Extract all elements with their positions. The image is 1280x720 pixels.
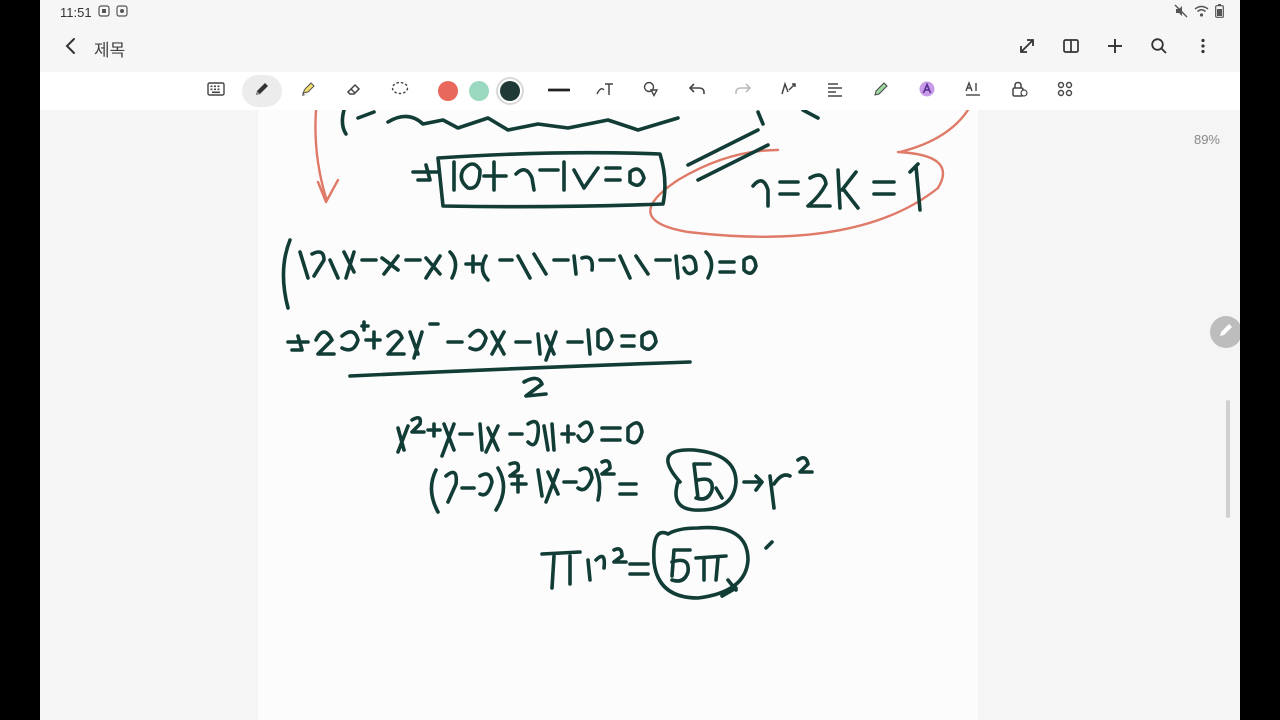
ink-stroke bbox=[452, 160, 646, 192]
keyboard-button[interactable] bbox=[196, 75, 236, 107]
text-size-icon bbox=[964, 80, 982, 103]
more-tools-button[interactable] bbox=[1045, 75, 1085, 107]
ink-stroke bbox=[751, 162, 922, 212]
lock-icon bbox=[1010, 80, 1028, 103]
search-icon bbox=[1150, 37, 1168, 60]
chevron-left-icon bbox=[62, 37, 80, 60]
undo-button[interactable] bbox=[677, 75, 717, 107]
ink-stroke bbox=[692, 462, 724, 501]
vertical-scrollbar[interactable] bbox=[1226, 400, 1230, 518]
ink-stroke bbox=[742, 455, 814, 510]
shapes-tool-button[interactable] bbox=[631, 75, 671, 107]
color-swatch-mint[interactable] bbox=[464, 75, 494, 107]
status-right bbox=[1174, 3, 1224, 21]
lock-button[interactable] bbox=[999, 75, 1039, 107]
highlighter-icon bbox=[299, 80, 317, 103]
red-connector bbox=[898, 110, 970, 154]
pen-toolbar bbox=[40, 72, 1240, 111]
pencil-alt-button[interactable] bbox=[861, 75, 901, 107]
ink-stroke bbox=[686, 128, 770, 182]
color-swatch-dark[interactable] bbox=[495, 75, 525, 107]
ink-stroke bbox=[764, 540, 774, 550]
title-actions bbox=[1012, 33, 1226, 63]
expand-button[interactable] bbox=[1012, 33, 1042, 63]
pen-icon bbox=[1218, 322, 1234, 343]
ink-stroke bbox=[522, 376, 548, 398]
more-vertical-icon bbox=[1194, 37, 1212, 60]
wifi-icon bbox=[1194, 5, 1209, 20]
color-dot-red bbox=[438, 81, 458, 101]
floating-pen-button[interactable] bbox=[1210, 316, 1240, 348]
keyboard-icon bbox=[206, 81, 225, 101]
handwriting-canvas[interactable] bbox=[258, 110, 978, 720]
stroke-width-icon bbox=[547, 82, 570, 100]
align-button[interactable] bbox=[815, 75, 855, 107]
ink-to-text-icon bbox=[779, 80, 799, 103]
ink-to-text-button[interactable] bbox=[769, 75, 809, 107]
eraser-tool-button[interactable] bbox=[334, 75, 374, 107]
clock-time: 11:51 bbox=[60, 4, 92, 20]
note-page[interactable] bbox=[258, 110, 978, 720]
color-swatch-red[interactable] bbox=[433, 75, 463, 107]
redo-icon bbox=[734, 81, 752, 102]
split-view-icon bbox=[1062, 37, 1080, 60]
title-bar: 제목 bbox=[40, 24, 1240, 72]
ink-stroke bbox=[298, 250, 490, 282]
ink-stroke bbox=[756, 110, 820, 126]
shapes-icon bbox=[642, 80, 660, 103]
ink-stroke bbox=[498, 250, 758, 280]
text-tool-button[interactable] bbox=[585, 75, 625, 107]
color-dot-mint bbox=[469, 81, 489, 101]
align-icon bbox=[826, 81, 844, 102]
ink-stroke bbox=[340, 110, 680, 136]
ink-stroke bbox=[314, 320, 658, 362]
note-title[interactable]: 제목 bbox=[94, 36, 125, 61]
status-bar: 11:51 bbox=[40, 0, 1240, 24]
text-style-button[interactable] bbox=[907, 75, 947, 107]
ink-stroke bbox=[281, 238, 292, 310]
pencil-alt-icon bbox=[872, 80, 890, 103]
ink-stroke bbox=[540, 547, 650, 590]
redo-button[interactable] bbox=[723, 75, 763, 107]
text-style-icon bbox=[918, 80, 936, 103]
pen-icon bbox=[253, 80, 271, 103]
app-screen: 11:51 제목 89% bbox=[40, 0, 1240, 720]
more-grid-icon bbox=[1056, 80, 1074, 103]
split-view-button[interactable] bbox=[1056, 33, 1086, 63]
more-button[interactable] bbox=[1188, 33, 1218, 63]
ink-stroke bbox=[396, 415, 644, 458]
status-left: 11:51 bbox=[60, 5, 128, 20]
ink-stroke bbox=[411, 163, 440, 182]
add-button[interactable] bbox=[1100, 33, 1130, 63]
screenshot-icon bbox=[97, 4, 110, 20]
screen-record-icon bbox=[115, 4, 128, 20]
search-button[interactable] bbox=[1144, 33, 1174, 63]
lasso-icon bbox=[390, 80, 410, 103]
note-canvas[interactable]: 89% bbox=[40, 110, 1240, 720]
mute-icon bbox=[1174, 4, 1188, 21]
fraction-bar bbox=[348, 360, 692, 378]
undo-icon bbox=[688, 81, 706, 102]
text-size-button[interactable] bbox=[953, 75, 993, 107]
text-icon bbox=[595, 80, 615, 103]
lasso-tool-button[interactable] bbox=[380, 75, 420, 107]
highlighter-tool-button[interactable] bbox=[288, 75, 328, 107]
eraser-icon bbox=[345, 80, 363, 103]
add-icon bbox=[1106, 37, 1124, 60]
expand-icon bbox=[1018, 37, 1036, 60]
ink-stroke bbox=[429, 459, 638, 514]
stroke-width-button[interactable] bbox=[539, 75, 579, 107]
back-button[interactable] bbox=[54, 31, 88, 65]
red-arrow-stroke bbox=[314, 110, 328, 200]
battery-icon bbox=[1215, 3, 1224, 21]
zoom-level: 89% bbox=[1193, 132, 1220, 147]
pen-tool-button[interactable] bbox=[241, 75, 282, 107]
ink-stroke bbox=[286, 334, 310, 352]
color-dot-dark bbox=[500, 81, 520, 101]
